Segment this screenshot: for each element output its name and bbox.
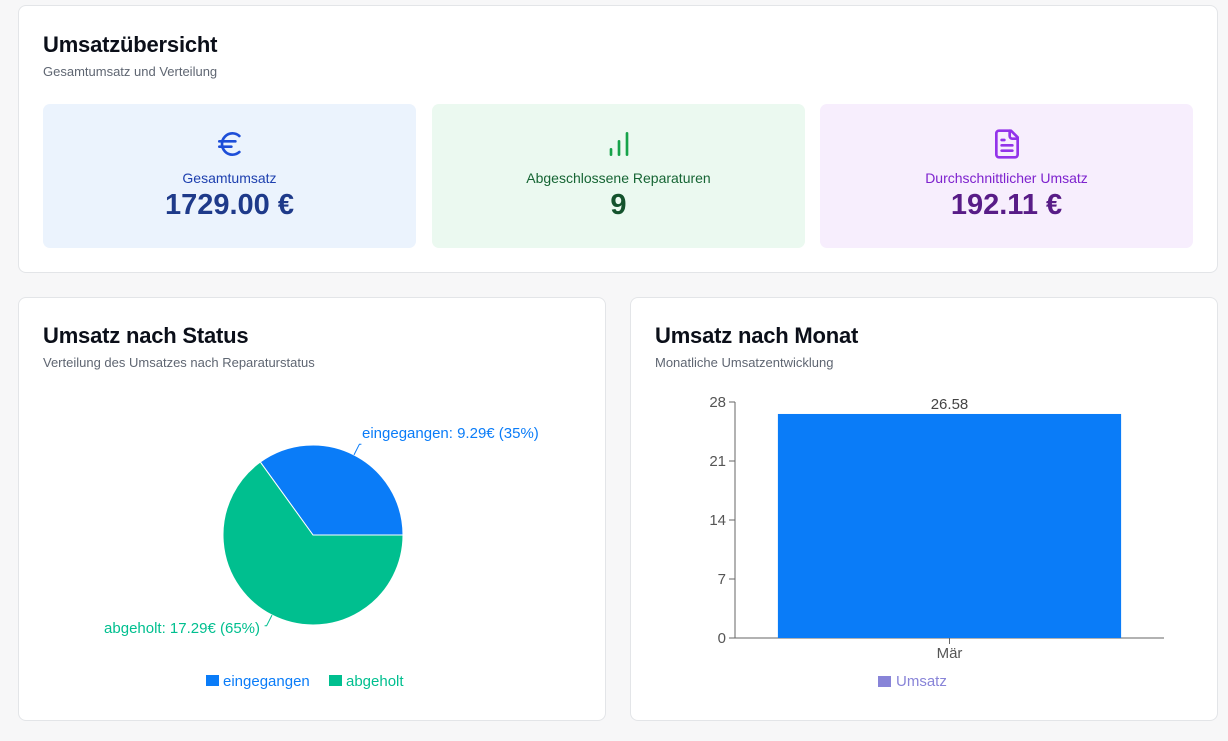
completed-repairs-stat: Abgeschlossene Reparaturen 9 [432, 104, 805, 248]
legend-swatch-abgeholt [329, 675, 342, 686]
revenue-by-month-card: Umsatz nach Monat Monatliche Umsatzentwi… [630, 297, 1218, 721]
total-revenue-value: 1729.00 € [164, 189, 294, 221]
monthly-bar-chart: 0 7 14 21 28 26.58 Mär Umsatz [709, 394, 1164, 690]
bar-data-label: 26.58 [931, 396, 969, 413]
legend-swatch-eingegangen [206, 675, 219, 686]
revenue-overview-card: Umsatzübersicht Gesamtumsatz und Verteil… [18, 5, 1218, 273]
legend-item-eingegangen[interactable]: eingegangen [223, 673, 310, 690]
total-revenue-label: Gesamtumsatz [182, 170, 277, 186]
pie-label-eingegangen: eingegangen: 9.29€ (35%) [362, 425, 539, 442]
pie-legend: eingegangen abgeholt [206, 673, 404, 690]
legend-item-abgeholt[interactable]: abgeholt [346, 673, 404, 690]
revenue-by-status-card: Umsatz nach Status Verteilung des Umsatz… [18, 297, 606, 721]
bar-chart-icon [609, 132, 628, 156]
y-tick-label: 0 [718, 630, 726, 647]
y-tick-label: 14 [709, 512, 726, 529]
total-revenue-stat: Gesamtumsatz 1729.00 € [43, 104, 416, 248]
bar-maerz[interactable] [777, 413, 1122, 638]
document-icon [994, 129, 1019, 159]
y-tick-label: 21 [709, 453, 726, 470]
overview-title: Umsatzübersicht [43, 32, 218, 57]
bar-legend: Umsatz [878, 673, 947, 690]
overview-subtitle: Gesamtumsatz und Verteilung [43, 64, 218, 79]
average-revenue-value: 192.11 € [950, 189, 1063, 221]
completed-repairs-label: Abgeschlossene Reparaturen [526, 170, 711, 186]
average-revenue-stat: Durchschnittlicher Umsatz 192.11 € [820, 104, 1193, 248]
pie-label-abgeholt: abgeholt: 17.29€ (65%) [104, 620, 260, 637]
pie-label-line-eingegangen [353, 443, 362, 456]
x-tick-label: Mär [937, 645, 963, 662]
euro-icon [217, 131, 241, 156]
pie-label-line-abgeholt [264, 614, 273, 627]
y-axis-ticks: 0 7 14 21 28 [709, 394, 735, 647]
completed-repairs-value: 9 [610, 189, 627, 221]
average-revenue-label: Durchschnittlicher Umsatz [925, 170, 1088, 186]
status-pie-chart: eingegangen: 9.29€ (35%) abgeholt: 17.29… [104, 425, 539, 690]
legend-swatch-umsatz [878, 676, 891, 687]
y-tick-label: 28 [709, 394, 726, 411]
y-tick-label: 7 [718, 571, 726, 588]
legend-item-umsatz[interactable]: Umsatz [896, 673, 947, 690]
